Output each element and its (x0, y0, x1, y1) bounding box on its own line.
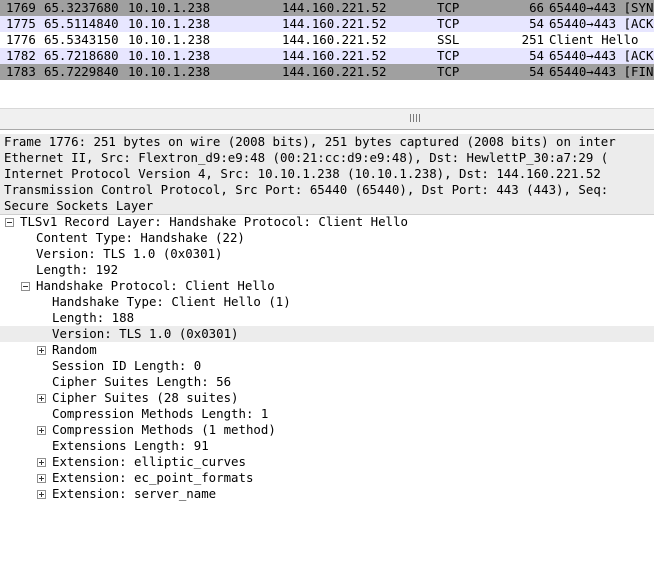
packet-info: 65440→443 [ACK (549, 16, 654, 31)
expand-icon[interactable] (37, 490, 46, 499)
packet-info: 65440→443 [FIN (549, 64, 654, 79)
tree-item-label: Session ID Length: 0 (52, 358, 202, 373)
packet-row[interactable]: 1782 65.7218680 10.10.1.238 144.160.221.… (0, 48, 654, 64)
packet-time: 65.3237680 (44, 0, 119, 15)
packet-destination: 144.160.221.52 (282, 16, 387, 31)
tree-item-label: Transmission Control Protocol, Src Port:… (4, 182, 609, 197)
packet-list: 1769 65.3237680 10.10.1.238 144.160.221.… (0, 0, 654, 82)
expand-icon[interactable] (37, 426, 46, 435)
tree-item-compression-methods-length[interactable]: Compression Methods Length: 1 (0, 406, 654, 422)
packet-protocol: TCP (437, 16, 460, 31)
expand-icon[interactable] (37, 458, 46, 467)
expand-icon[interactable] (37, 474, 46, 483)
packet-info: Client Hello (549, 32, 639, 47)
expand-icon[interactable] (37, 394, 46, 403)
tree-item-label: Frame 1776: 251 bytes on wire (2008 bits… (4, 134, 616, 149)
packet-info: 65440→443 [ACK (549, 48, 654, 63)
packet-protocol: TCP (437, 64, 460, 79)
packet-destination: 144.160.221.52 (282, 0, 387, 15)
tree-item-record-version[interactable]: Version: TLS 1.0 (0x0301) (0, 246, 654, 262)
packet-time: 65.5114840 (44, 16, 119, 31)
tree-item-random[interactable]: Random (0, 342, 654, 358)
tree-item-label: Compression Methods (1 method) (52, 422, 276, 437)
packet-source: 10.10.1.238 (128, 64, 211, 79)
packet-row[interactable]: 1775 65.5114840 10.10.1.238 144.160.221.… (0, 16, 654, 32)
packet-protocol: TCP (437, 48, 460, 63)
packet-length: 54 (529, 64, 544, 79)
tree-item-label: Version: TLS 1.0 (0x0301) (36, 246, 223, 261)
packet-length: 54 (529, 16, 544, 31)
packet-destination: 144.160.221.52 (282, 48, 387, 63)
tree-item-handshake-version[interactable]: Version: TLS 1.0 (0x0301) (0, 326, 654, 342)
packet-length: 66 (529, 0, 544, 15)
packet-details-tree: Frame 1776: 251 bytes on wire (2008 bits… (0, 132, 654, 565)
tree-item-label: Cipher Suites Length: 56 (52, 374, 232, 389)
tree-item-ssl[interactable]: Secure Sockets Layer (0, 198, 654, 214)
packet-info: 65440→443 [SYN (549, 0, 654, 15)
tree-item-handshake-length[interactable]: Length: 188 (0, 310, 654, 326)
collapse-icon[interactable] (21, 282, 30, 291)
packet-protocol: TCP (437, 0, 460, 15)
tree-item-extensions-length[interactable]: Extensions Length: 91 (0, 438, 654, 454)
tree-item-label: Secure Sockets Layer (4, 198, 154, 213)
tree-item-cipher-suites[interactable]: Cipher Suites (28 suites) (0, 390, 654, 406)
tree-item-tcp[interactable]: Transmission Control Protocol, Src Port:… (0, 182, 654, 198)
tree-item-handshake[interactable]: Handshake Protocol: Client Hello (0, 278, 654, 294)
tree-item-ext-server-name[interactable]: Extension: server_name (0, 486, 654, 502)
tree-item-record-layer[interactable]: TLSv1 Record Layer: Handshake Protocol: … (0, 214, 654, 230)
packet-number: 1775 (6, 16, 36, 31)
tree-item-label: Handshake Type: Client Hello (1) (52, 294, 291, 309)
tree-item-record-length[interactable]: Length: 192 (0, 262, 654, 278)
packet-number: 1776 (6, 32, 36, 47)
packet-destination: 144.160.221.52 (282, 64, 387, 79)
tree-item-label: Compression Methods Length: 1 (52, 406, 269, 421)
packet-number: 1769 (6, 0, 36, 15)
tree-item-label: Internet Protocol Version 4, Src: 10.10.… (4, 166, 601, 181)
tree-item-cipher-suites-length[interactable]: Cipher Suites Length: 56 (0, 374, 654, 390)
expand-icon[interactable] (37, 346, 46, 355)
collapse-icon[interactable] (5, 218, 14, 227)
tree-item-handshake-type[interactable]: Handshake Type: Client Hello (1) (0, 294, 654, 310)
tree-item-content-type[interactable]: Content Type: Handshake (22) (0, 230, 654, 246)
packet-destination: 144.160.221.52 (282, 32, 387, 47)
tree-item-frame[interactable]: Frame 1776: 251 bytes on wire (2008 bits… (0, 134, 654, 150)
tree-item-ethernet[interactable]: Ethernet II, Src: Flextron_d9:e9:48 (00:… (0, 150, 654, 166)
tree-item-label: Random (52, 342, 97, 357)
packet-protocol: SSL (437, 32, 460, 47)
packet-length: 251 (521, 32, 544, 47)
packet-source: 10.10.1.238 (128, 16, 211, 31)
pane-splitter[interactable] (0, 108, 654, 130)
packet-time: 65.5343150 (44, 32, 119, 47)
packet-row[interactable]: 1783 65.7229840 10.10.1.238 144.160.221.… (0, 64, 654, 80)
packet-source: 10.10.1.238 (128, 32, 211, 47)
tree-item-label: Handshake Protocol: Client Hello (36, 278, 275, 293)
tree-item-label: Extension: elliptic_curves (52, 454, 246, 469)
tree-item-label: TLSv1 Record Layer: Handshake Protocol: … (20, 214, 408, 229)
tree-item-label: Ethernet II, Src: Flextron_d9:e9:48 (00:… (4, 150, 609, 165)
tree-item-label: Extensions Length: 91 (52, 438, 209, 453)
tree-item-label: Extension: ec_point_formats (52, 470, 254, 485)
packet-time: 65.7229840 (44, 64, 119, 79)
tree-item-compression-methods[interactable]: Compression Methods (1 method) (0, 422, 654, 438)
tree-item-label: Content Type: Handshake (22) (36, 230, 245, 245)
tree-item-label: Version: TLS 1.0 (0x0301) (52, 326, 239, 341)
packet-time: 65.7218680 (44, 48, 119, 63)
packet-source: 10.10.1.238 (128, 48, 211, 63)
tree-item-label: Length: 188 (52, 310, 135, 325)
tree-item-ext-ec-point-formats[interactable]: Extension: ec_point_formats (0, 470, 654, 486)
tree-item-label: Length: 192 (36, 262, 119, 277)
tree-item-label: Cipher Suites (28 suites) (52, 390, 239, 405)
packet-row-selected[interactable]: 1776 65.5343150 10.10.1.238 144.160.221.… (0, 32, 654, 48)
packet-number: 1783 (6, 64, 36, 79)
splitter-grip-icon[interactable] (409, 114, 421, 123)
tree-item-ip[interactable]: Internet Protocol Version 4, Src: 10.10.… (0, 166, 654, 182)
tree-item-label: Extension: server_name (52, 486, 217, 501)
tree-item-ext-elliptic-curves[interactable]: Extension: elliptic_curves (0, 454, 654, 470)
packet-source: 10.10.1.238 (128, 0, 211, 15)
tree-item-session-id-length[interactable]: Session ID Length: 0 (0, 358, 654, 374)
packet-length: 54 (529, 48, 544, 63)
packet-number: 1782 (6, 48, 36, 63)
packet-row[interactable]: 1769 65.3237680 10.10.1.238 144.160.221.… (0, 0, 654, 16)
